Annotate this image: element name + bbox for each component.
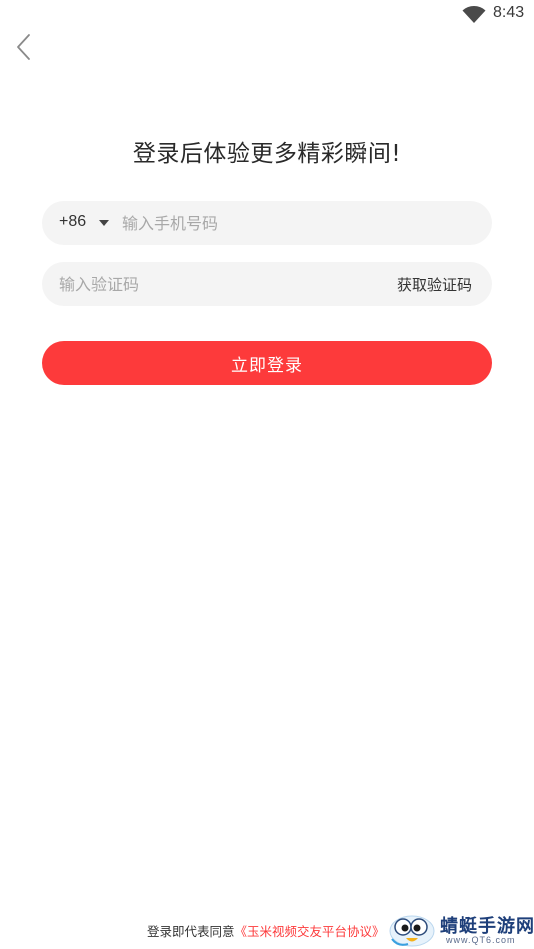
dragonfly-mascot-icon: [389, 915, 435, 947]
status-time: 8:43: [493, 4, 525, 21]
back-button[interactable]: [8, 30, 40, 64]
code-field: 获取验证码: [42, 262, 492, 306]
caret-down-icon[interactable]: [99, 220, 109, 226]
get-code-button[interactable]: 获取验证码: [397, 274, 472, 295]
status-bar: 8:43: [0, 0, 534, 30]
watermark-url: www.QT6.com: [446, 935, 516, 945]
login-button[interactable]: 立即登录: [42, 341, 492, 385]
phone-field: +86: [42, 201, 492, 245]
verification-code-input[interactable]: [59, 262, 359, 306]
agreement-link[interactable]: 《玉米视频交友平台协议》: [235, 924, 385, 939]
agreement-prefix: 登录即代表同意: [147, 924, 235, 939]
watermark: 蜻蜓手游网 www.QT6.com: [386, 907, 534, 949]
agreement-text: 登录即代表同意《玉米视频交友平台协议》: [147, 921, 385, 940]
wifi-icon: [462, 6, 486, 23]
chevron-left-icon: [17, 34, 30, 60]
page-title: 登录后体验更多精彩瞬间!: [132, 141, 402, 167]
phone-input[interactable]: [122, 201, 472, 245]
country-code-selector[interactable]: +86: [59, 213, 86, 231]
